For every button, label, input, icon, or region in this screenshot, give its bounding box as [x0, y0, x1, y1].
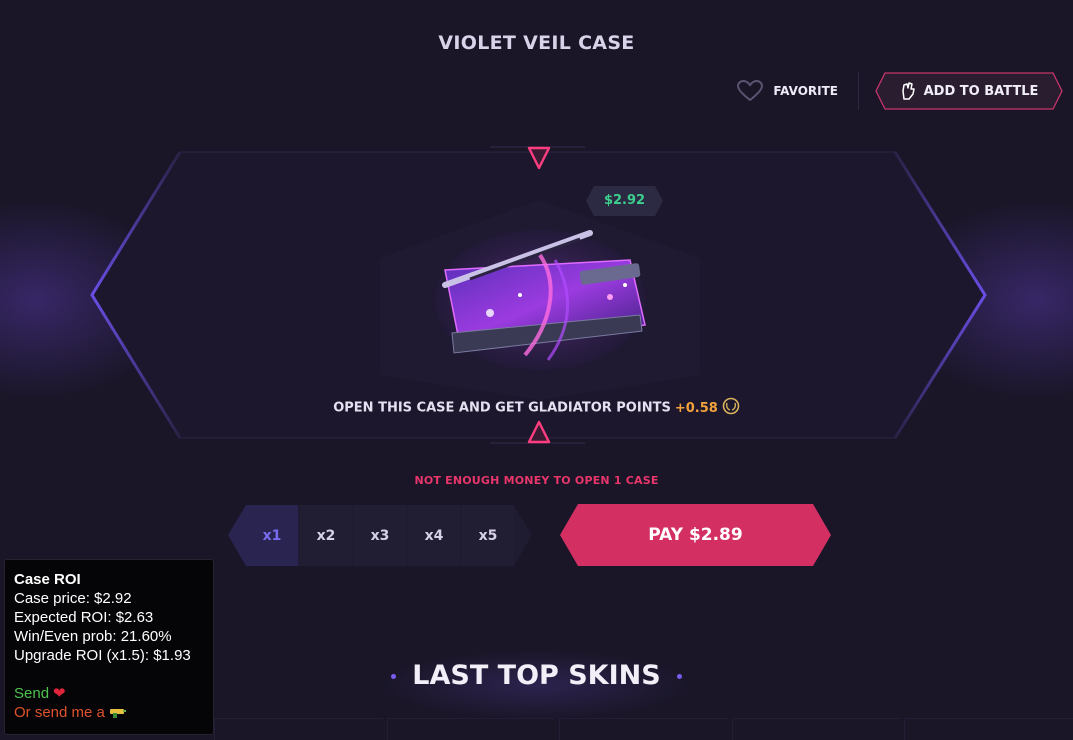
pay-button-label: PAY $2.89: [648, 525, 743, 545]
case-image: [435, 230, 646, 370]
roi-upgrade: Upgrade ROI (x1.5): $1.93: [14, 647, 191, 664]
arrow-up-icon: [527, 420, 551, 444]
fist-icon: [901, 82, 915, 100]
add-to-battle-label: ADD TO BATTLE: [923, 83, 1039, 99]
send-alt-text: Or send me a: [14, 704, 105, 721]
favorite-label: FAVORITE: [773, 84, 838, 98]
favorite-button[interactable]: FAVORITE: [737, 80, 858, 102]
skin-slot: [559, 718, 728, 740]
add-to-battle-button[interactable]: ADD TO BATTLE: [875, 72, 1063, 110]
not-enough-money-warning: NOT ENOUGH MONEY TO OPEN 1 CASE: [414, 474, 659, 487]
case-roi-panel: Case ROI Case price: $2.92 Expected ROI:…: [4, 559, 214, 735]
skin-slot: [386, 718, 556, 740]
multiplier-x3[interactable]: x3: [354, 505, 406, 566]
header-actions: FAVORITE ADD TO BATTLE: [737, 72, 1063, 110]
gladiator-points-text: OPEN THIS CASE AND GET GLADIATOR POINTS: [333, 400, 671, 416]
roi-title: Case ROI: [14, 571, 81, 588]
multiplier-x1[interactable]: x1: [246, 505, 298, 566]
section-title-text: LAST TOP SKINS: [412, 660, 661, 691]
gladiator-points-value: +0.58: [674, 400, 718, 416]
send-text: Send: [14, 685, 50, 702]
multiplier-selector: x1 x2 x3 x4 x5: [228, 505, 532, 566]
arrow-down-icon: [527, 146, 551, 170]
heart-icon: [737, 80, 764, 102]
actions-divider: [858, 72, 859, 110]
roi-win-prob: Win/Even prob: 21.60%: [14, 628, 172, 645]
multiplier-x4[interactable]: x4: [408, 505, 460, 566]
roi-case-price: Case price: $2.92: [14, 590, 132, 607]
skin-slot: [904, 718, 1073, 740]
roi-expected: Expected ROI: $2.63: [14, 609, 154, 626]
multiplier-x2[interactable]: x2: [300, 505, 352, 566]
multiplier-x5[interactable]: x5: [462, 505, 514, 566]
send-alt-link[interactable]: Or send me a: [14, 703, 204, 722]
gladiator-points-line: OPEN THIS CASE AND GET GLADIATOR POINTS +…: [0, 397, 1073, 419]
top-skins-row: [214, 718, 1073, 740]
skin-slot: [731, 718, 901, 740]
case-price-badge: $2.92: [586, 186, 663, 216]
laurel-coin-icon: [722, 397, 740, 419]
title-dot-right: [676, 674, 682, 679]
skin-slot: [214, 718, 383, 740]
title-dot-left: [391, 674, 397, 679]
send-link[interactable]: Send ❤: [14, 684, 204, 703]
page-title: VIOLET VEIL CASE: [438, 32, 635, 54]
heart-emoji-icon: ❤: [53, 685, 66, 702]
water-gun-icon: [110, 709, 127, 719]
case-price: $2.92: [603, 193, 646, 208]
pay-button[interactable]: PAY $2.89: [560, 504, 831, 566]
